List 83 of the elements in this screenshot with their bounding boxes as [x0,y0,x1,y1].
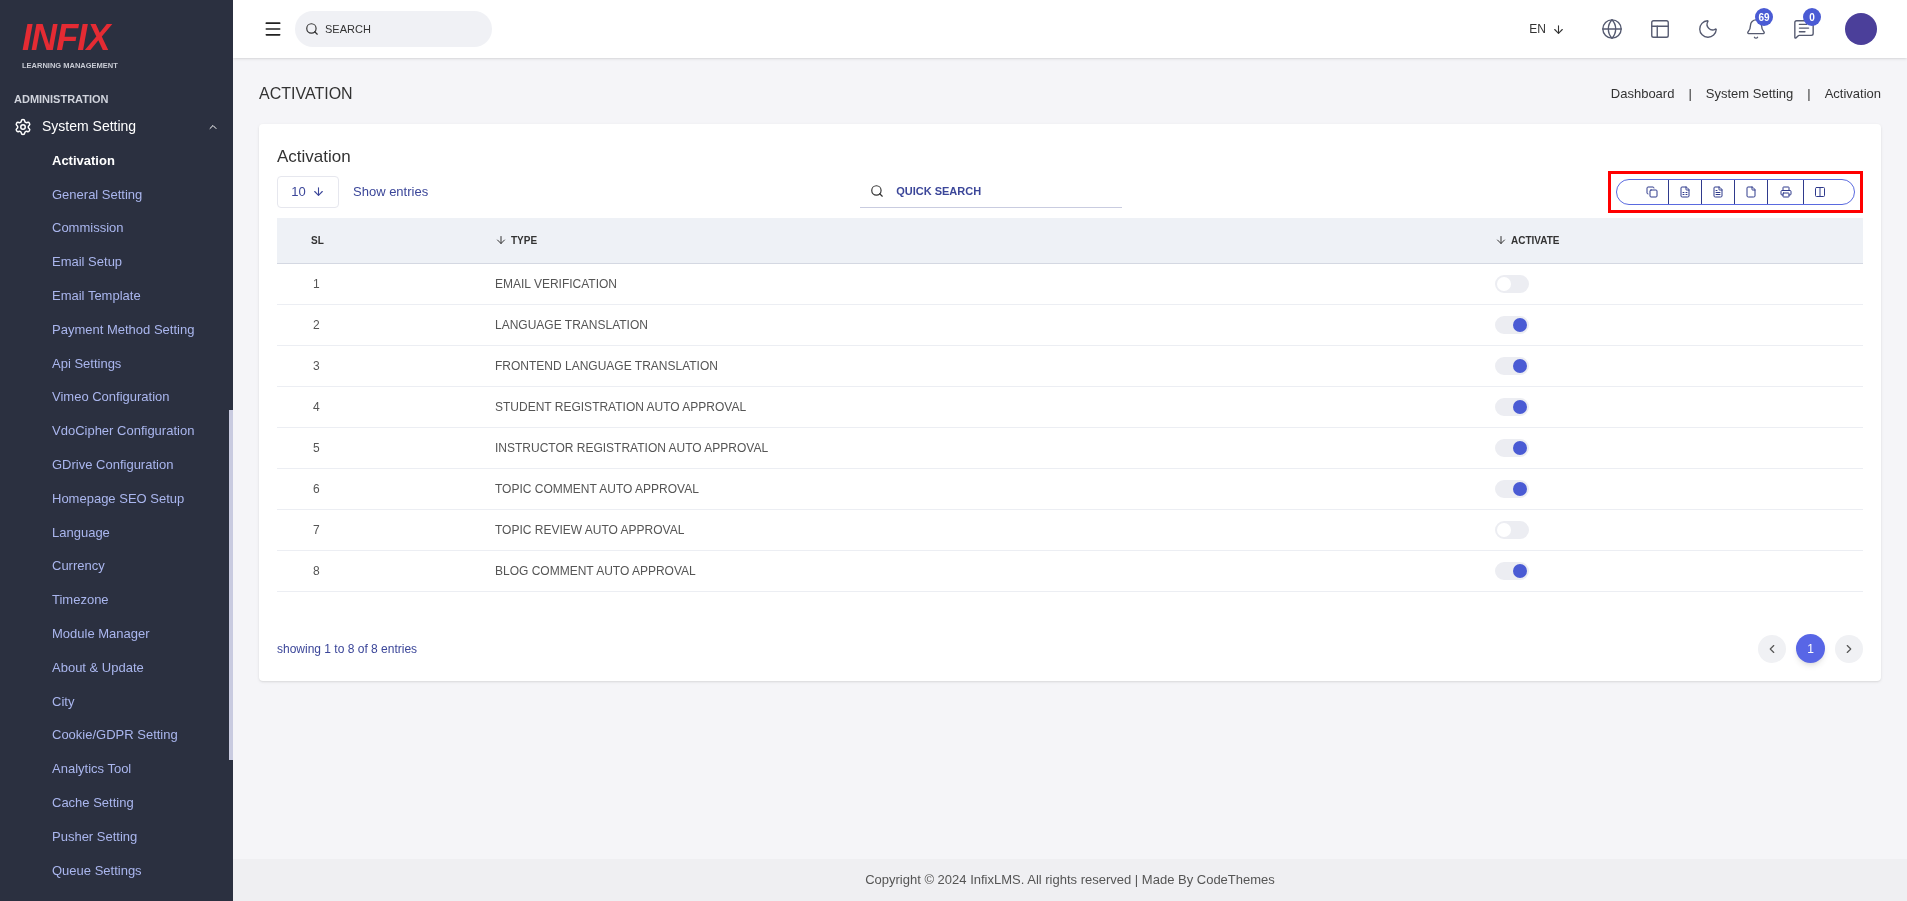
sidebar-item[interactable]: Analytics Tool [0,752,233,786]
sidebar-item[interactable]: Email Template [0,278,233,313]
toggle-switch[interactable] [1495,562,1529,580]
sidebar-group[interactable]: System Setting [14,113,219,140]
table-cell: 5 [277,427,495,469]
entries-summary: showing 1 to 8 of 8 entries [277,640,418,658]
toggle-switch[interactable] [1495,316,1529,334]
table-cell: 2 [277,304,495,346]
sidebar-item[interactable]: VdoCipher Configuration [0,414,233,448]
breadcrumb-separator: | [1807,85,1811,104]
search-input[interactable]: SEARCH [325,20,465,38]
column-header[interactable]: TYPE [511,232,538,248]
toggle-switch[interactable] [1495,398,1529,416]
sidebar-item[interactable]: Commission [0,211,233,246]
sidebar-item[interactable]: Currency [0,549,233,584]
entries-label: Show entries [353,182,429,201]
sidebar-item[interactable]: Cookie/GDPR Setting [0,718,233,753]
section-heading: ADMINISTRATION [14,92,110,108]
toggle-switch[interactable] [1495,480,1529,498]
sidebar-item[interactable]: Api Settings [0,346,233,381]
scrollbar[interactable] [229,410,233,760]
moon-icon[interactable] [1697,18,1719,40]
table-cell: LANGUAGE TRANSLATION [495,304,1495,346]
search-icon [305,22,319,36]
table-cell: EMAIL VERIFICATION [495,263,1495,305]
breadcrumb-separator: | [1688,85,1692,104]
sidebar-item[interactable]: Cache Setting [0,785,233,820]
sidebar-item[interactable]: Homepage SEO Setup [0,481,233,516]
search-icon [870,184,885,198]
table-cell: FRONTEND LANGUAGE TRANSLATION [495,345,1495,387]
sidebar-item[interactable]: Email Setup [0,245,233,279]
sidebar-item[interactable]: City [0,684,233,719]
sidebar-item[interactable]: Module Manager [0,616,233,651]
breadcrumb-link[interactable]: Activation [1824,84,1881,104]
search-field[interactable]: SEARCH [295,11,492,47]
arrow-down-icon [1552,22,1565,36]
sidebar-item[interactable]: Timezone [0,583,233,617]
table-cell: 6 [277,468,495,510]
page-title: ACTIVATION [259,84,353,104]
sidebar-item[interactable]: Activation [0,143,233,178]
copyright-text: Copyright © 2024 InfixLMS. All rights reserved | Made By CodeThemes [865,871,1275,890]
table-cell: TOPIC REVIEW AUTO APPROVAL [495,509,1495,551]
toggle-switch[interactable] [1495,439,1529,457]
card-title: Activation [277,146,352,168]
gears-icon [14,117,32,136]
sidebar-item[interactable]: GDrive Configuration [0,447,233,482]
table-cell: BLOG COMMENT AUTO APPROVAL [495,550,1495,592]
layout-icon[interactable] [1649,18,1671,40]
column-header[interactable]: ACTIVATE [1511,232,1560,248]
sidebar-item[interactable]: Queue Settings [0,853,233,888]
sidebar-item[interactable]: Payment Method Setting [0,312,233,347]
quick-search-input[interactable]: QUICK SEARCH [896,182,1097,200]
sidebar-item[interactable]: General Setting [0,177,233,212]
page-button[interactable]: 1 [1796,634,1825,663]
sidebar-item[interactable]: Vimeo Configuration [0,380,233,415]
sidebar-item[interactable]: Pusher Setting [0,819,233,854]
arrow-down-icon [311,185,325,198]
column-header[interactable]: SL [311,232,324,248]
message-badge: 0 [1803,8,1821,26]
table-cell: 7 [277,509,495,551]
avatar[interactable] [1845,13,1877,45]
notification-badge: 69 [1755,8,1773,26]
quick-search-field[interactable]: QUICK SEARCH [860,175,1123,208]
table-cell: 8 [277,550,495,592]
sidebar-item[interactable]: About & Update [0,650,233,685]
sort-arrow-icon[interactable] [495,234,507,247]
breadcrumb-link[interactable]: Dashboard [1610,84,1675,104]
table-cell: INSTRUCTOR REGISTRATION AUTO APPROVAL [495,427,1495,469]
menu-icon[interactable] [263,19,283,39]
group-label: System Setting [42,117,137,137]
table-cell: STUDENT REGISTRATION AUTO APPROVAL [495,386,1495,428]
table-cell: 3 [277,345,495,387]
breadcrumb-link[interactable]: System Setting [1705,84,1794,104]
table-cell: TOPIC COMMENT AUTO APPROVAL [495,468,1495,510]
sidebar-item[interactable]: Language [0,515,233,550]
sort-arrow-icon[interactable] [1495,234,1507,247]
globe-icon[interactable] [1601,18,1623,40]
language-select[interactable]: EN [1529,20,1565,38]
table-cell: 1 [277,263,495,305]
logo-mark: INFIX [22,20,110,56]
toggle-switch[interactable] [1495,357,1529,375]
table-cell: 4 [277,386,495,428]
entries-select[interactable]: 10 [277,175,339,208]
